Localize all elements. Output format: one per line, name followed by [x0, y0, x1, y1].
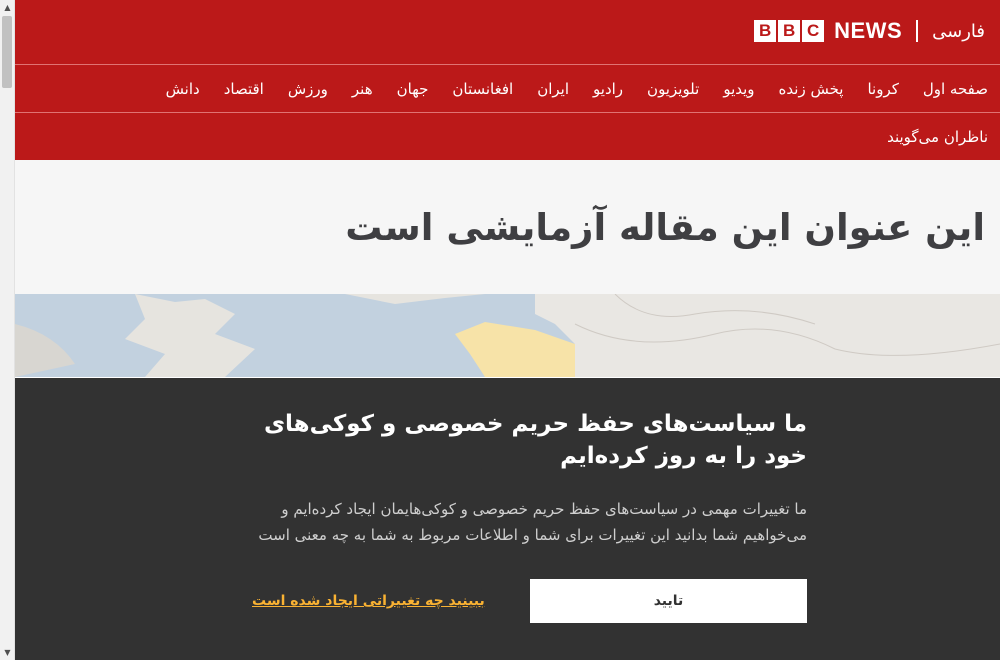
scroll-down-arrow-icon[interactable]: ▼ [0, 645, 15, 660]
logo-letter-b2: B [778, 20, 801, 42]
bbc-news-logo[interactable]: B B C NEWS [754, 18, 902, 44]
accept-button[interactable]: تایید [530, 579, 807, 623]
nav-item-video[interactable]: ویدیو [723, 80, 754, 98]
nav-item-home[interactable]: صفحه اول [923, 80, 988, 98]
nav-item-live[interactable]: پخش زنده [779, 80, 844, 98]
nav-item-economy[interactable]: اقتصاد [224, 80, 264, 98]
cookie-banner-content: ما سیاست‌های حفظ حریم خصوصی و کوکی‌های خ… [232, 408, 807, 623]
cookie-banner-body: ما تغییرات مهمی در سیاست‌های حفظ حریم خص… [258, 500, 807, 544]
masthead: فارسی B B C NEWS [15, 0, 1000, 65]
nav-item-tv[interactable]: تلویزیون [647, 80, 699, 98]
nav-item-arts[interactable]: هنر [352, 80, 373, 98]
brand[interactable]: فارسی B B C NEWS [754, 16, 985, 46]
see-changes-link[interactable]: ببینید چه تغییراتی ایجاد شده است [252, 593, 485, 609]
brand-language-label[interactable]: فارسی [932, 21, 985, 42]
nav-item-observers[interactable]: ناظران می‌گویند [887, 128, 988, 146]
nav-item-afghanistan[interactable]: افغانستان [452, 80, 513, 98]
cookie-banner: ما سیاست‌های حفظ حریم خصوصی و کوکی‌های خ… [15, 378, 1000, 660]
nav-item-science[interactable]: دانش [166, 80, 200, 98]
logo-news-text: NEWS [834, 18, 903, 43]
title-band: این عنوان این مقاله آزمایشی است [15, 160, 1000, 294]
nav-item-world[interactable]: جهان [397, 80, 429, 98]
article-map-image [15, 294, 1000, 377]
page-title: این عنوان این مقاله آزمایشی است [345, 206, 985, 249]
logo-letter-c: C [802, 20, 825, 42]
secondary-nav: ناظران می‌گویند [15, 113, 1000, 160]
logo-letter-b1: B [754, 20, 777, 42]
scroll-thumb[interactable] [2, 16, 12, 88]
primary-nav: صفحه اول کرونا پخش زنده ویدیو تلویزیون ر… [15, 65, 1000, 113]
map-illustration [15, 294, 1000, 377]
page: فارسی B B C NEWS صفحه اول کرونا پخش زنده… [15, 0, 1000, 660]
vertical-scrollbar[interactable]: ▲ ▼ [0, 0, 15, 660]
brand-divider [916, 20, 919, 42]
nav-item-radio[interactable]: رادیو [593, 80, 623, 98]
cookie-banner-title: ما سیاست‌های حفظ حریم خصوصی و کوکی‌های خ… [263, 411, 807, 469]
nav-item-corona[interactable]: کرونا [867, 80, 898, 98]
scroll-up-arrow-icon[interactable]: ▲ [0, 0, 15, 15]
nav-item-sport[interactable]: ورزش [288, 80, 328, 98]
nav-item-iran[interactable]: ایران [537, 80, 569, 98]
